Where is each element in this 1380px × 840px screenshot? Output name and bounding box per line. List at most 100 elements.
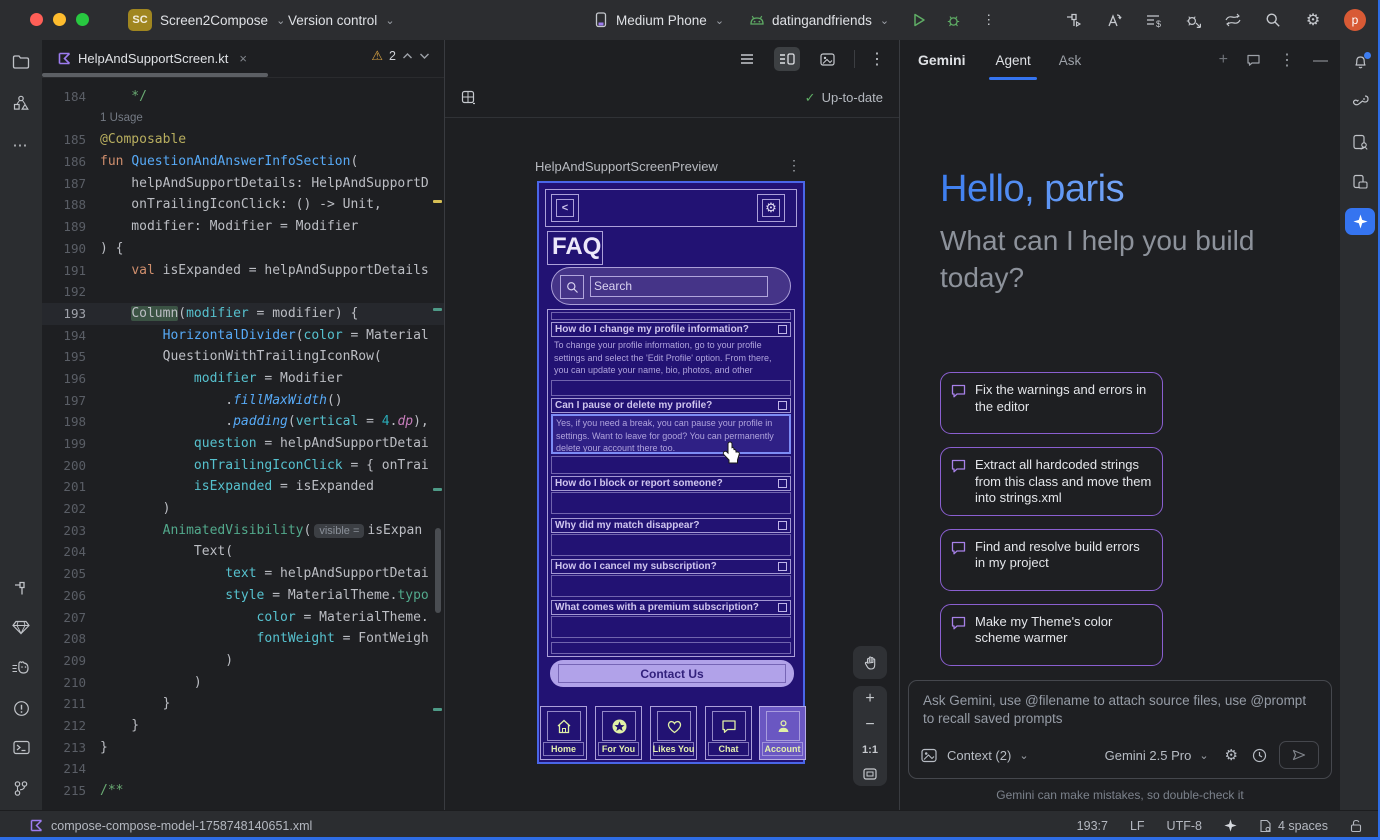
send-prompt-button[interactable] bbox=[1279, 741, 1319, 769]
settings-gear-icon[interactable]: ⚙ bbox=[1304, 11, 1322, 29]
expand-checkbox-icon[interactable] bbox=[778, 401, 787, 410]
code-line[interactable]: 196 modifier = Modifier bbox=[42, 368, 444, 390]
code-line[interactable]: 198 .padding(vertical = 4.dp), bbox=[42, 411, 444, 433]
gemini-prompt-input[interactable]: Ask Gemini, use @filename to attach sour… bbox=[908, 680, 1332, 779]
expand-checkbox-icon[interactable] bbox=[778, 562, 787, 571]
tab-helpandsupportscreen[interactable]: HelpAndSupportScreen.kt × bbox=[42, 40, 257, 77]
zoom-out-button[interactable]: − bbox=[865, 718, 874, 732]
code-line[interactable]: 191 val isExpanded = helpAndSupportDetai… bbox=[42, 260, 444, 282]
code-editor[interactable]: 184 */1 Usage185@Composable186fun Questi… bbox=[42, 86, 444, 810]
device-manager-icon[interactable] bbox=[1340, 174, 1380, 190]
code-line[interactable]: 193 Column(modifier = modifier) { bbox=[42, 303, 444, 325]
expand-checkbox-icon[interactable] bbox=[778, 479, 787, 488]
user-avatar[interactable]: p bbox=[1344, 9, 1366, 31]
code-line[interactable]: 200 onTrailingIconClick = { onTrai bbox=[42, 455, 444, 477]
code-line[interactable]: 209 ) bbox=[42, 650, 444, 672]
build-tool-icon[interactable] bbox=[0, 580, 42, 597]
code-line[interactable]: 201 isExpanded = isExpanded bbox=[42, 476, 444, 498]
code-line[interactable]: 206 style = MaterialTheme.typo bbox=[42, 585, 444, 607]
preview-kebab-menu[interactable]: ⋮ bbox=[787, 157, 801, 174]
preview-settings-button[interactable]: ⚙ bbox=[757, 194, 785, 222]
code-line[interactable]: 215/** bbox=[42, 780, 444, 802]
code-line[interactable]: 212 } bbox=[42, 715, 444, 737]
device-selector[interactable]: Medium Phone⌄ bbox=[592, 0, 724, 40]
preview-faq-question[interactable]: Can I pause or delete my profile? bbox=[551, 398, 791, 413]
caret-position-widget[interactable]: 193:7 bbox=[1077, 819, 1108, 833]
code-line[interactable]: 211 } bbox=[42, 693, 444, 715]
code-line[interactable]: 214 bbox=[42, 758, 444, 780]
zoom-in-button[interactable]: + bbox=[865, 692, 874, 706]
sync-project-icon[interactable] bbox=[1224, 11, 1242, 29]
zoom-ratio-button[interactable]: 1:1 bbox=[862, 744, 878, 756]
build-hammer-icon[interactable] bbox=[1064, 11, 1082, 29]
maximize-window-button[interactable] bbox=[76, 13, 89, 26]
gemini-suggestion-card[interactable]: Make my Theme's color scheme warmer bbox=[940, 604, 1163, 666]
tab-scrollbar[interactable] bbox=[42, 73, 268, 77]
expand-checkbox-icon[interactable] bbox=[778, 325, 787, 334]
preview-faq-question[interactable]: How do I cancel my subscription? bbox=[551, 559, 791, 574]
ai-spark-icon[interactable] bbox=[1224, 819, 1237, 832]
code-line[interactable]: 205 text = helpAndSupportDetai bbox=[42, 563, 444, 585]
preview-back-button[interactable]: < bbox=[551, 194, 579, 222]
close-tab-icon[interactable]: × bbox=[239, 51, 247, 66]
next-issue-icon[interactable] bbox=[419, 52, 430, 60]
rename-suggestion-icon[interactable] bbox=[1104, 11, 1122, 29]
line-ending-widget[interactable]: LF bbox=[1130, 819, 1145, 833]
design-view-button[interactable] bbox=[814, 47, 840, 71]
code-line[interactable]: 190) { bbox=[42, 238, 444, 260]
code-line[interactable]: 194 HorizontalDivider(color = Material bbox=[42, 325, 444, 347]
preview-contact-us-button[interactable]: Contact Us bbox=[550, 660, 794, 687]
close-window-button[interactable] bbox=[30, 13, 43, 26]
code-line[interactable]: 192 bbox=[42, 281, 444, 303]
device-explorer-icon[interactable] bbox=[1340, 134, 1380, 151]
profiler-icon[interactable]: $ bbox=[1144, 11, 1162, 29]
code-line[interactable]: 189 modifier: Modifier = Modifier bbox=[42, 216, 444, 238]
context-dropdown[interactable]: Context (2)⌄ bbox=[947, 748, 1029, 763]
lock-icon[interactable] bbox=[1350, 819, 1362, 833]
hide-panel-icon[interactable]: — bbox=[1313, 52, 1328, 69]
project-tool-icon[interactable] bbox=[0, 54, 42, 70]
preview-faq-question[interactable]: What comes with a premium subscription? bbox=[551, 600, 791, 615]
app-quality-insights-icon[interactable] bbox=[0, 620, 42, 635]
preview-faq-list[interactable]: How do I change my profile information?T… bbox=[547, 309, 795, 657]
code-line[interactable]: 203 AnimatedVisibility(visible =isExpan bbox=[42, 520, 444, 542]
code-line[interactable]: 1 Usage bbox=[42, 108, 444, 130]
code-line[interactable]: 187 helpAndSupportDetails: HelpAndSuppor… bbox=[42, 173, 444, 195]
split-view-button[interactable] bbox=[774, 47, 800, 71]
indent-widget[interactable]: 4 spaces bbox=[1259, 819, 1328, 833]
project-selector[interactable]: Screen2Compose⌄ bbox=[160, 0, 285, 40]
code-view-button[interactable] bbox=[734, 47, 760, 71]
gemini-kebab-menu[interactable]: ⋮ bbox=[1279, 50, 1295, 70]
gemini-suggestion-card[interactable]: Fix the warnings and errors in the edito… bbox=[940, 372, 1163, 434]
gemini-settings-icon[interactable]: ⚙ bbox=[1225, 746, 1238, 764]
preview-layout-icon[interactable] bbox=[461, 90, 476, 105]
editor-kebab-menu[interactable]: ⋮ bbox=[869, 49, 885, 69]
preview-canvas[interactable]: HelpAndSupportScreenPreview ⋮ < ⚙ FAQ bbox=[445, 119, 899, 810]
search-everywhere-icon[interactable] bbox=[1264, 11, 1282, 29]
version-control-tool-icon[interactable] bbox=[0, 780, 42, 797]
preview-faq-question[interactable]: How do I block or report someone? bbox=[551, 476, 791, 491]
preview-nav-account[interactable]: Account bbox=[759, 706, 806, 760]
attach-image-icon[interactable] bbox=[921, 748, 937, 763]
code-line[interactable]: 188 onTrailingIconClick: () -> Unit, bbox=[42, 194, 444, 216]
preview-faq-answer[interactable]: To change your profile information, go t… bbox=[551, 338, 791, 378]
preview-faq-answer[interactable]: Yes, if you need a break, you can pause … bbox=[551, 414, 791, 454]
run-configuration-selector[interactable]: datingandfriends⌄ bbox=[748, 0, 889, 40]
preview-search-bar[interactable]: Search bbox=[551, 267, 791, 305]
tab-ask[interactable]: Ask bbox=[1059, 40, 1082, 80]
expand-checkbox-icon[interactable] bbox=[778, 603, 787, 612]
run-button[interactable] bbox=[912, 0, 926, 40]
attach-debugger-icon[interactable] bbox=[1184, 11, 1202, 29]
preview-faq-question[interactable]: How do I change my profile information? bbox=[551, 322, 791, 337]
preview-faq-question[interactable]: Why did my match disappear? bbox=[551, 518, 791, 533]
notifications-bell-icon[interactable] bbox=[1340, 54, 1380, 70]
code-line[interactable]: 186fun QuestionAndAnswerInfoSection( bbox=[42, 151, 444, 173]
new-chat-icon[interactable]: + bbox=[1219, 51, 1228, 69]
encoding-widget[interactable]: UTF-8 bbox=[1167, 819, 1202, 833]
code-line[interactable]: 207 color = MaterialTheme. bbox=[42, 607, 444, 629]
code-line[interactable]: 185@Composable bbox=[42, 129, 444, 151]
more-run-actions-kebab[interactable]: ⋮ bbox=[982, 0, 996, 40]
minimize-window-button[interactable] bbox=[53, 13, 66, 26]
code-line[interactable]: 204 Text( bbox=[42, 541, 444, 563]
inspection-widget[interactable]: ⚠ 2 bbox=[371, 48, 430, 64]
